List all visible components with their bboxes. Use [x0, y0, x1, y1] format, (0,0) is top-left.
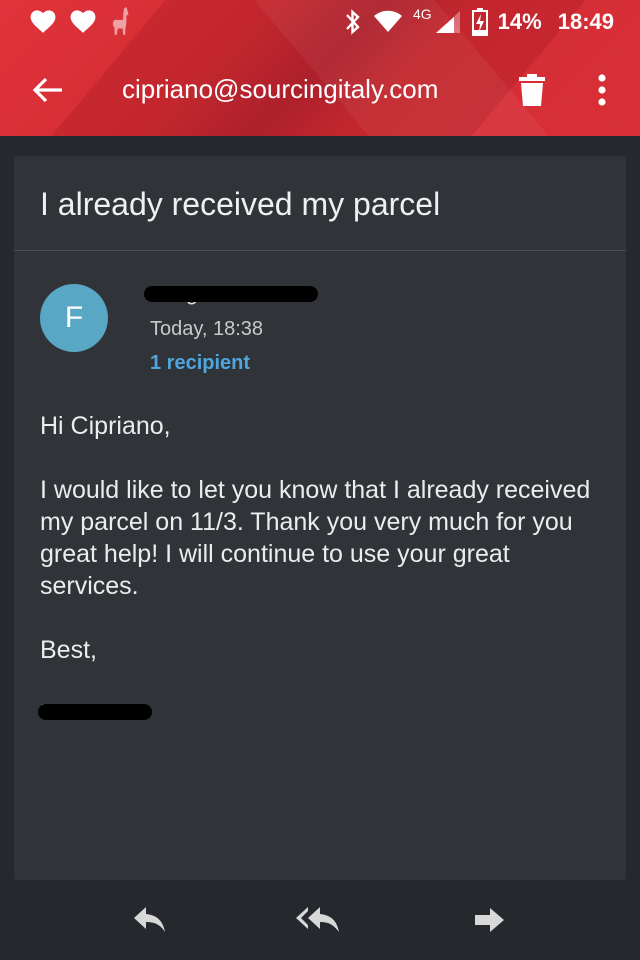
battery-charging-icon: [471, 8, 488, 36]
sender-name[interactable]: Fengian Zhou: [144, 280, 318, 308]
more-vert-icon: [598, 74, 606, 106]
more-options-button[interactable]: [582, 68, 622, 112]
forward-button[interactable]: [466, 898, 514, 942]
back-button[interactable]: [26, 68, 70, 112]
email-date: Today, 18:38: [150, 318, 264, 340]
bottom-action-bar: [0, 880, 640, 960]
reply-icon: [134, 907, 165, 932]
email-card: I already received my parcel F Fengian Z…: [14, 156, 626, 880]
email-closing: Best,: [40, 636, 97, 664]
network-type-label: 4G: [412, 6, 432, 22]
battery-percent: 14%: [497, 9, 542, 34]
status-bar: 4G 14% 18:49: [0, 0, 640, 44]
forward-icon: [475, 908, 504, 932]
subject-divider: [14, 250, 626, 251]
avatar-initial: F: [64, 301, 84, 334]
bluetooth-icon: [346, 9, 360, 35]
trash-icon: [519, 74, 545, 106]
reply-all-icon: [296, 907, 339, 932]
redaction-bar: [144, 286, 318, 302]
wifi-icon: [373, 10, 402, 32]
toolbar-title: cipriano@sourcingitaly.com: [122, 74, 439, 104]
status-indicators: 4G 14% 18:49: [343, 6, 614, 36]
status-notifications: [28, 6, 134, 36]
email-subject: I already received my parcel: [40, 186, 441, 222]
alpaca-icon: [112, 7, 129, 35]
toolbar: cipriano@sourcingitaly.com: [0, 54, 640, 126]
reply-button[interactable]: [126, 898, 174, 942]
back-arrow-icon: [32, 77, 62, 103]
recipients-link[interactable]: 1 recipient: [150, 352, 250, 375]
redaction-bar: [38, 704, 152, 720]
reply-all-button[interactable]: [294, 898, 342, 942]
sender-avatar[interactable]: F: [40, 284, 108, 352]
delete-button[interactable]: [510, 68, 554, 112]
email-signature: Fengian: [38, 698, 152, 722]
heart-icon: [30, 10, 56, 33]
signal-icon: [435, 11, 460, 33]
email-paragraph: I would like to let you know that I alre…: [40, 476, 591, 600]
clock: 18:49: [557, 9, 614, 34]
email-greeting: Hi Cipriano,: [40, 412, 171, 440]
heart-icon: [70, 10, 96, 33]
app-bar: 4G 14% 18:49 cipriano@sourcingitaly.com: [0, 0, 640, 136]
